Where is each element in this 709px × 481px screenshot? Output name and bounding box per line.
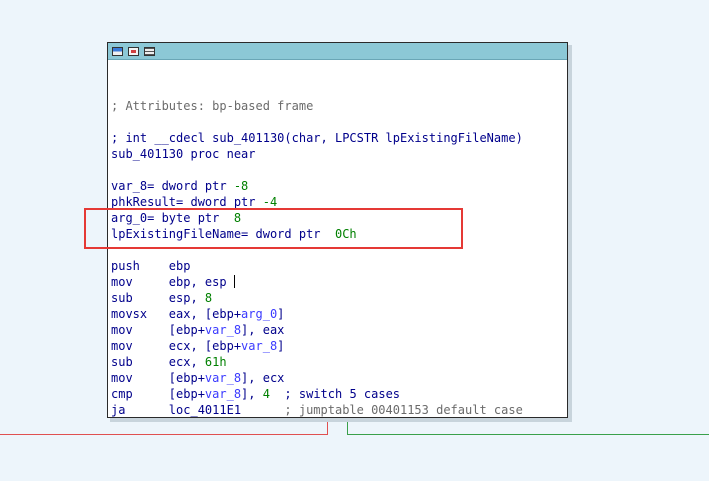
code-token: mov ebp, esp bbox=[111, 275, 234, 289]
code-token: ], bbox=[241, 387, 263, 401]
code-token: ] bbox=[277, 307, 285, 321]
code-token: mov ecx, [ebp+ bbox=[111, 339, 242, 353]
code-token: sub ecx, bbox=[111, 355, 205, 369]
color-icon[interactable] bbox=[112, 46, 123, 56]
code-token: sub_401130 proc near bbox=[111, 147, 256, 161]
code-line-i1[interactable]: push ebp bbox=[111, 258, 523, 274]
code-token: var_8 bbox=[241, 339, 278, 353]
code-line-blank1[interactable] bbox=[111, 66, 523, 82]
node-titlebar[interactable] bbox=[108, 43, 567, 60]
code-line-i6[interactable]: mov ecx, [ebp+var_8] bbox=[111, 338, 523, 354]
code-token: ; Attributes: bp-based frame bbox=[111, 99, 314, 113]
code-line-i8[interactable]: mov [ebp+var_8], ecx bbox=[111, 370, 523, 386]
list-icon[interactable] bbox=[144, 46, 155, 56]
code-token: ; int __cdecl sub_401130(char, LPCSTR lp… bbox=[111, 131, 523, 145]
code-token: ja loc_4011E1 bbox=[111, 403, 285, 417]
code-token: ; jumptable 00401153 default case bbox=[284, 403, 523, 417]
code-token: ], ecx bbox=[241, 371, 285, 385]
code-token: ], eax bbox=[241, 323, 285, 337]
code-line-proc[interactable]: sub_401130 proc near bbox=[111, 146, 523, 162]
code-token: arg_0 bbox=[241, 307, 278, 321]
code-token: ] bbox=[277, 339, 285, 353]
code-token: movsx eax, [ebp+ bbox=[111, 307, 242, 321]
code-token: var_8 bbox=[204, 387, 242, 401]
code-line-i10[interactable]: ja loc_4011E1 ; jumptable 00401153 defau… bbox=[111, 402, 523, 418]
code-token: var_8 bbox=[204, 371, 242, 385]
code-line-i5[interactable]: mov [ebp+var_8], eax bbox=[111, 322, 523, 338]
code-token: 8 bbox=[204, 291, 213, 305]
code-line-i9[interactable]: cmp [ebp+var_8], 4 ; switch 5 cases bbox=[111, 386, 523, 402]
true-branch-edge-horizontal bbox=[347, 434, 709, 435]
graph-icon[interactable] bbox=[128, 46, 139, 56]
code-line-i3[interactable]: sub esp, 8 bbox=[111, 290, 523, 306]
code-token: ; switch 5 cases bbox=[269, 387, 401, 401]
highlight-box bbox=[84, 208, 463, 249]
code-token: var_8= dword ptr bbox=[111, 179, 234, 193]
code-token: mov [ebp+ bbox=[111, 371, 205, 385]
code-line-i7[interactable]: sub ecx, 61h bbox=[111, 354, 523, 370]
code-token: sub esp, bbox=[111, 291, 205, 305]
code-line-attributes[interactable]: ; Attributes: bp-based frame bbox=[111, 98, 523, 114]
code-line-signature[interactable]: ; int __cdecl sub_401130(char, LPCSTR lp… bbox=[111, 130, 523, 146]
text-cursor bbox=[233, 275, 235, 288]
code-token: push ebp bbox=[111, 259, 191, 273]
code-line-blank2[interactable] bbox=[111, 82, 523, 98]
code-line-blank3[interactable] bbox=[111, 114, 523, 130]
code-line-i2[interactable]: mov ebp, esp bbox=[111, 274, 523, 290]
code-token: var_8 bbox=[204, 323, 242, 337]
code-token: phkResult= dword ptr bbox=[111, 195, 263, 209]
code-token: -4 bbox=[262, 195, 278, 209]
code-token: 4 bbox=[262, 387, 270, 401]
false-branch-edge-horizontal bbox=[0, 434, 328, 435]
code-token: 61h bbox=[204, 355, 227, 369]
code-line-blank4[interactable] bbox=[111, 162, 523, 178]
code-token: mov [ebp+ bbox=[111, 323, 205, 337]
code-token: cmp [ebp+ bbox=[111, 387, 205, 401]
code-line-var8[interactable]: var_8= dword ptr -8 bbox=[111, 178, 523, 194]
code-token: -8 bbox=[233, 179, 249, 193]
code-line-i4[interactable]: movsx eax, [ebp+arg_0] bbox=[111, 306, 523, 322]
